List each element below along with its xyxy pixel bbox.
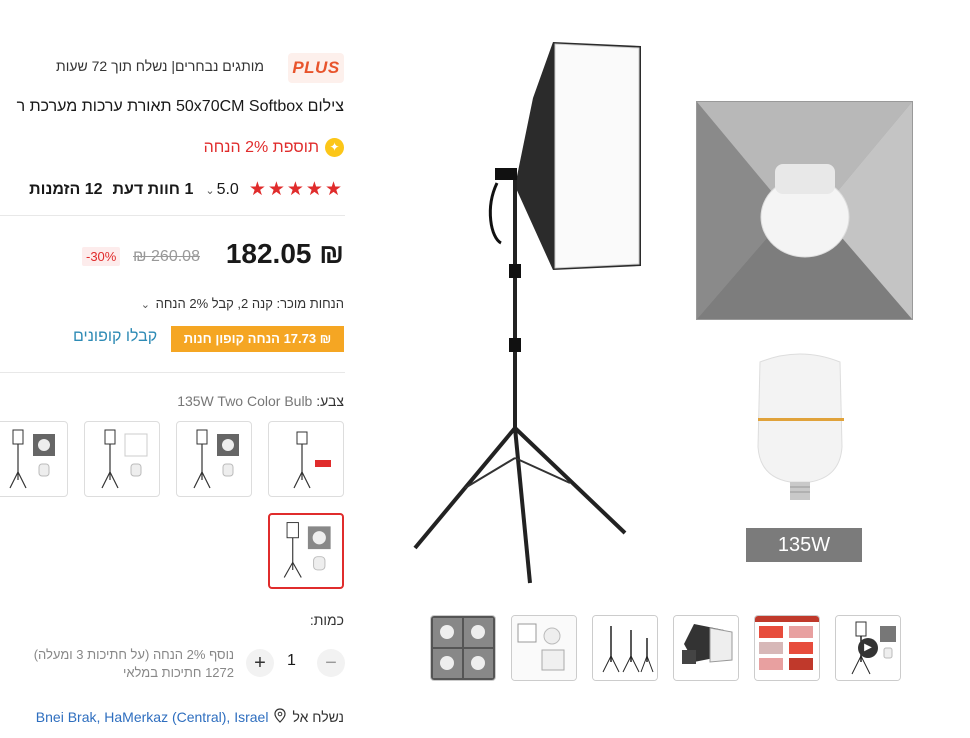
plus-text: מותגים נבחרים| נשלח תוך 72 שעות (56, 58, 264, 74)
seller-discount-text: הנחות מוכר: קנה 2, קבל 2% הנחה (155, 296, 344, 311)
color-label: צבע: 135W Two Color Bulb (177, 393, 344, 409)
quantity-label: כמות: (309, 612, 344, 628)
extra-discount-text: תוספת 2% הנחה (203, 138, 319, 156)
color-swatch-4[interactable] (0, 421, 68, 497)
chevron-down-icon: ⌄ (205, 184, 215, 197)
bulb-image (750, 352, 850, 502)
wattage-label: 135W (746, 528, 862, 562)
extra-discount: ✦ תוספת 2% הנחה (204, 138, 344, 157)
softbox-interior-image (696, 101, 913, 320)
rating-dropdown[interactable]: 5.0⌄ (205, 181, 238, 199)
chevron-down-icon: ⌄ (140, 299, 150, 311)
reviews-link[interactable]: 1 חוות דעת (113, 181, 194, 199)
original-price: ₪ 260.08 (133, 248, 200, 265)
rating-value: 5.0 (216, 180, 239, 198)
location-pin-icon (274, 708, 287, 726)
divider (0, 215, 345, 216)
product-title: צילום 50x70CM Softbox תאורת ערכות מערכת … (16, 98, 344, 115)
color-swatch-3[interactable] (84, 421, 160, 497)
color-swatch-2[interactable] (176, 421, 252, 497)
main-product-image[interactable] (405, 38, 655, 593)
ship-to: נשלח אל Bnei Brak, HaMerkaz (Central), I… (36, 708, 344, 726)
quantity-note: נוסף 2% הנחה (על חתיכות 3 ומעלה) 1272 חת… (34, 646, 234, 682)
get-coupons-link[interactable]: קבלו קופונים (73, 328, 157, 346)
seller-discount[interactable]: הנחות מוכר: קנה 2, קבל 2% הנחה ⌄ (141, 296, 344, 311)
divider (0, 372, 345, 373)
play-icon: ▶ (858, 638, 878, 658)
ship-location-link[interactable]: Bnei Brak, HaMerkaz (Central), Israel (36, 709, 269, 725)
stock-note: 1272 חתיכות במלאי (123, 665, 234, 680)
bulk-discount-note: נוסף 2% הנחה (על חתיכות 3 ומעלה) (33, 647, 234, 662)
store-coupon-tag[interactable]: ₪ 17.73 הנחה קופון חנות (171, 326, 344, 352)
current-price: ₪ 182.05 (225, 238, 344, 269)
color-label-text: צבע: (316, 393, 344, 409)
rating-row: ★★★★★ 5.0⌄ 1 חוות דעת 12 הזמנות (29, 178, 344, 201)
plus-badge: PLUS (288, 53, 344, 83)
thumbnail-2[interactable] (511, 615, 577, 681)
star-icon: ★★★★★ (248, 179, 344, 200)
quantity-plus-button[interactable]: + (246, 649, 274, 677)
sparkle-icon: ✦ (325, 138, 344, 157)
quantity-minus-button[interactable]: − (317, 649, 345, 677)
color-swatch-1[interactable] (268, 421, 344, 497)
ship-to-label: נשלח אל (292, 709, 344, 725)
discount-badge: -30% (82, 247, 121, 266)
thumbnail-3[interactable] (592, 615, 658, 681)
thumbnail-6-video[interactable]: ▶ (835, 615, 901, 681)
orders-count: 12 הזמנות (29, 180, 103, 198)
thumbnail-1[interactable] (430, 615, 496, 681)
thumbnail-4[interactable] (673, 615, 739, 681)
quantity-value[interactable]: 1 (287, 652, 296, 670)
thumbnail-5[interactable] (754, 615, 820, 681)
color-value: 135W Two Color Bulb (177, 393, 313, 409)
color-swatch-5-selected[interactable] (268, 513, 344, 589)
